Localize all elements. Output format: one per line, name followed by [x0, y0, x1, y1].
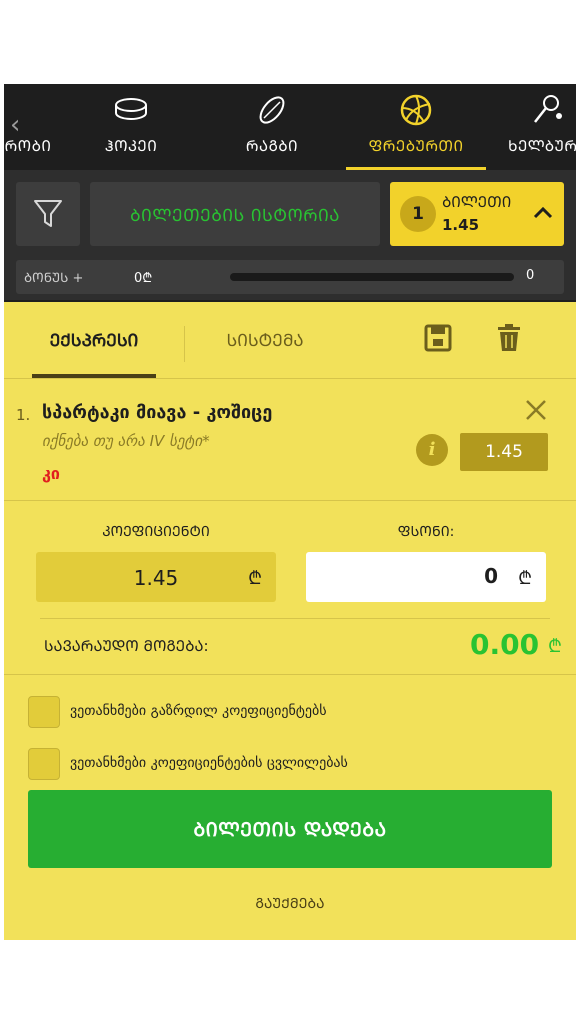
- coefficient-field: 1.45 ₾: [36, 552, 276, 602]
- filter-icon: [34, 200, 62, 227]
- stake-label: ᲤᲡᲝᲜᲘ:: [397, 524, 455, 540]
- place-bet-button[interactable]: ᲑᲘᲚᲔᲗᲘᲡ ᲓᲐᲓᲔᲑᲐ: [28, 790, 552, 868]
- divider: [4, 378, 576, 379]
- betslip: ᲔᲥᲡᲞᲠᲔᲡᲘ ᲡᲘᲡᲢᲔᲛᲐ 1. სპარტაკი მიავა - კოშ: [4, 302, 576, 940]
- close-icon[interactable]: [524, 398, 548, 422]
- lari-currency-icon: ₾: [548, 636, 562, 657]
- bonus-amount: 0₾: [134, 271, 153, 286]
- bonus-progress-track: [230, 273, 514, 281]
- ticket-toggle-button[interactable]: 1 ᲑᲘᲚᲔᲗᲘ 1.45: [390, 182, 564, 246]
- event-market: იქნება თუ არა IV სეტი*: [42, 432, 210, 450]
- sport-tab-badminton[interactable]: ᲮᲔᲚᲑᲣᲠ: [502, 84, 576, 170]
- sport-tab-previous[interactable]: ᲠᲝᲑᲘ: [4, 84, 66, 170]
- sport-tab-hockey[interactable]: ᲰᲝᲙᲔᲘ: [94, 84, 168, 170]
- potential-win-label: ᲡᲐᲕᲐᲠᲐᲣᲓᲝ ᲛᲝᲒᲔᲑᲐ:: [44, 637, 209, 655]
- event-title: სპარტაკი მიავა - კოშიცე: [42, 402, 273, 423]
- sport-tab-label: ᲠᲝᲑᲘ: [4, 137, 52, 155]
- event-pick: კი: [42, 464, 60, 483]
- betslip-tabs: ᲔᲥᲡᲞᲠᲔᲡᲘ ᲡᲘᲡᲢᲔᲛᲐ: [4, 302, 576, 378]
- toolbar: ᲑᲘᲚᲔᲗᲔᲑᲘᲡ ᲘᲡᲢᲝᲠᲘᲐ 1 ᲑᲘᲚᲔᲗᲘ 1.45: [4, 170, 576, 256]
- sport-tab-label: ᲮᲔᲚᲑᲣᲠ: [508, 137, 576, 155]
- tab-system[interactable]: ᲡᲘᲡᲢᲔᲛᲐ: [210, 302, 320, 378]
- trash-icon[interactable]: [496, 324, 522, 352]
- accept-odds-changes-label: ვეთანხმები კოეფიციენტების ცვლილებას: [70, 755, 348, 771]
- ticket-count-badge: 1: [400, 196, 436, 232]
- accept-increased-odds-checkbox[interactable]: [28, 696, 60, 728]
- sport-nav: ‹ ᲠᲝᲑᲘ ᲰᲝᲙᲔᲘ ᲠᲐᲒᲑᲘ ᲤᲠᲔᲑᲣᲠᲗᲘ ᲮᲔᲚᲑᲣᲠ: [4, 84, 576, 170]
- sport-tab-label: ᲠᲐᲒᲑᲘ: [245, 137, 299, 155]
- event-odds: 1.45: [460, 433, 548, 471]
- hockey-puck-icon: [115, 98, 147, 120]
- save-icon[interactable]: [424, 324, 452, 352]
- badminton-icon: [534, 95, 562, 123]
- chevron-up-icon: [533, 206, 553, 219]
- bonus-panel: ᲑᲝᲜᲣᲡ + 0₾ 0: [16, 260, 564, 294]
- bonus-label: ᲑᲝᲜᲣᲡ +: [24, 271, 84, 286]
- stake-value: 0: [484, 564, 498, 588]
- lari-currency-icon: ₾: [248, 568, 262, 589]
- bonus-bar: ᲑᲝᲜᲣᲡ + 0₾ 0: [4, 256, 576, 300]
- ticket-history-button[interactable]: ᲑᲘᲚᲔᲗᲔᲑᲘᲡ ᲘᲡᲢᲝᲠᲘᲐ: [90, 182, 380, 246]
- tab-express[interactable]: ᲔᲥᲡᲞᲠᲔᲡᲘ: [32, 302, 156, 378]
- divider: [4, 674, 576, 675]
- bonus-end-value: 0: [526, 268, 535, 283]
- divider: [4, 500, 576, 501]
- tab-divider: [184, 326, 185, 362]
- sport-tab-volleyball[interactable]: ᲤᲠᲔᲑᲣᲠᲗᲘ: [346, 84, 486, 170]
- event-number: 1.: [16, 406, 31, 424]
- sport-tab-rugby[interactable]: ᲠᲐᲒᲑᲘ: [232, 84, 312, 170]
- cancel-button[interactable]: ᲒᲐᲣᲥᲛᲔᲑᲐ: [4, 894, 576, 913]
- accept-odds-changes-checkbox[interactable]: [28, 748, 60, 780]
- filter-button[interactable]: [16, 182, 80, 246]
- stake-input[interactable]: 0 ₾: [306, 552, 546, 602]
- coefficient-label: ᲙᲝᲔᲤᲘᲪᲘᲔᲜᲢᲘ: [102, 524, 210, 540]
- sport-tab-label: ᲤᲠᲔᲑᲣᲠᲗᲘ: [368, 137, 464, 155]
- potential-win-value: 0.00: [470, 628, 540, 661]
- ticket-title: ᲑᲘᲚᲔᲗᲘ: [442, 193, 512, 211]
- lari-currency-icon: ₾: [518, 568, 532, 589]
- tab-system-label: ᲡᲘᲡᲢᲔᲛᲐ: [226, 331, 304, 351]
- divider: [40, 618, 550, 619]
- tab-express-label: ᲔᲥᲡᲞᲠᲔᲡᲘ: [49, 331, 139, 351]
- betting-app: ‹ ᲠᲝᲑᲘ ᲰᲝᲙᲔᲘ ᲠᲐᲒᲑᲘ ᲤᲠᲔᲑᲣᲠᲗᲘ ᲮᲔᲚᲑᲣᲠ ᲑᲘᲚᲔᲗ…: [4, 84, 576, 940]
- accept-increased-odds-label: ვეთანხმები გაზრდილ კოეფიციენტებს: [70, 703, 327, 719]
- coefficient-value: 1.45: [133, 566, 179, 590]
- info-icon[interactable]: i: [416, 434, 448, 466]
- ticket-total-odds: 1.45: [442, 216, 480, 234]
- rugby-ball-icon: [259, 96, 285, 124]
- volleyball-icon: [400, 94, 432, 126]
- sport-tab-label: ᲰᲝᲙᲔᲘ: [104, 137, 158, 155]
